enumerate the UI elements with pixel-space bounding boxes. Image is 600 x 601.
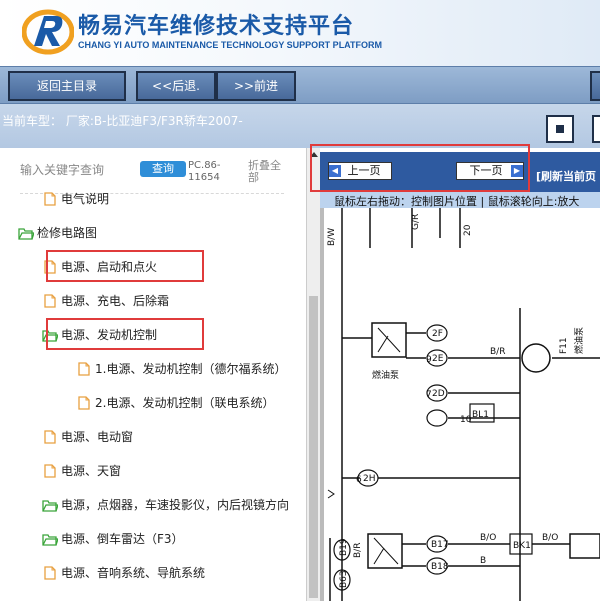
brand-title-en: CHANG YI AUTO MAINTENANCE TECHNOLOGY SUP… bbox=[78, 40, 383, 50]
forward-button[interactable]: >>前进 bbox=[216, 71, 296, 101]
left-tree-pane: 输入关键字查询 查询 PC.86-11654 折叠全部 电气说明检修电路图电源、… bbox=[0, 148, 306, 601]
diagram-label: B bbox=[480, 556, 486, 566]
diagram-label: 2D bbox=[432, 389, 445, 399]
collapse-all-link[interactable]: 折叠全部 bbox=[248, 160, 288, 184]
diagram-label: 20 bbox=[463, 224, 473, 236]
extra-nav-button[interactable] bbox=[590, 71, 600, 101]
tree-item-label: 1.电源、发动机控制（德尔福系统） bbox=[95, 362, 287, 376]
refresh-page-link[interactable]: [刷新当前页 bbox=[536, 168, 596, 184]
tree-item[interactable]: 电源、充电、后除霜 bbox=[42, 289, 169, 313]
toggle-panel-button[interactable] bbox=[546, 115, 574, 143]
diagram-label: F11 bbox=[559, 337, 569, 354]
folder-open-icon bbox=[42, 500, 58, 512]
brand-title-cn: 畅易汽车维修技术支持平台 bbox=[78, 14, 355, 39]
current-model-label: 当前车型： 厂家:B-比亚迪F3/F3R轿车2007- bbox=[2, 114, 243, 128]
diagram-label: G/R bbox=[411, 214, 421, 230]
back-button[interactable]: <<后退. bbox=[136, 71, 216, 101]
diagram-label: B63 bbox=[339, 570, 349, 588]
tree-item[interactable]: 电气说明 bbox=[42, 187, 109, 211]
diagram-viewer: ◀ 上一页 下一页 ▶ [刷新当前页 鼠标左右拖动：控制图片位置 | 鼠标滚轮向… bbox=[320, 148, 600, 601]
file-icon bbox=[44, 566, 56, 580]
tree-item[interactable]: 电源、音响系统、导航系统 bbox=[42, 561, 205, 585]
diagram-label: B18 bbox=[431, 562, 449, 572]
diagram-label: B17 bbox=[431, 540, 449, 550]
header-banner: 畅易汽车维修技术支持平台 CHANG YI AUTO MAINTENANCE T… bbox=[0, 0, 600, 66]
tree-item[interactable]: 电源、倒车雷达（F3） bbox=[42, 527, 184, 551]
tree-item-highlight bbox=[46, 318, 204, 350]
nav-toolbar: 返回主目录 <<后退. >>前进 bbox=[0, 66, 600, 104]
diagram-label: B/O bbox=[542, 533, 558, 543]
tree-item[interactable]: 2.电源、发动机控制（联电系统） bbox=[76, 391, 274, 415]
tree-item-highlight bbox=[46, 250, 204, 282]
query-button[interactable]: 查询 bbox=[140, 161, 186, 177]
tree-item-label: 电源、电动窗 bbox=[61, 430, 134, 444]
diagram-label: 2F bbox=[432, 329, 443, 339]
pc-code-label: PC.86-11654 bbox=[188, 160, 221, 183]
home-button[interactable]: 返回主目录 bbox=[8, 71, 126, 101]
diagram-label: 2E bbox=[432, 354, 444, 364]
folder-open-icon bbox=[18, 228, 34, 240]
tree-item-label: 电源、倒车雷达（F3） bbox=[61, 532, 184, 546]
search-input[interactable]: 输入关键字查询 bbox=[20, 161, 104, 178]
diagram-label: 燃油泵 bbox=[573, 327, 585, 354]
tree-scrollbar[interactable] bbox=[306, 148, 320, 601]
r-swoosh-logo-icon bbox=[22, 9, 74, 55]
wiring-diagram[interactable]: B/W G/R 20 2F 燃油泵 B/R F11 燃油泵 9 2E 7 2D … bbox=[320, 208, 600, 601]
diagram-label: B19 bbox=[339, 538, 349, 556]
diagram-label: B/O bbox=[480, 533, 496, 543]
extra-panel-button[interactable] bbox=[592, 115, 600, 143]
mouse-hint: 鼠标左右拖动：控制图片位置 | 鼠标滚轮向上:放大 bbox=[334, 195, 580, 208]
file-icon bbox=[44, 430, 56, 444]
model-bar: 当前车型： 厂家:B-比亚迪F3/F3R轿车2007- bbox=[0, 104, 600, 148]
file-icon bbox=[44, 192, 56, 206]
diagram-label: 2H bbox=[363, 474, 376, 484]
scroll-thumb[interactable] bbox=[309, 296, 318, 598]
tree-item-label: 2.电源、发动机控制（联电系统） bbox=[95, 396, 275, 410]
diagram-label: B/R bbox=[353, 543, 363, 558]
tree-item[interactable]: 电源，点烟器，车速投影仪，内后视镜方向 bbox=[42, 493, 289, 517]
folder-open-icon bbox=[42, 534, 58, 546]
tree-item-label: 电源、充电、后除霜 bbox=[61, 294, 170, 308]
tree-item-label: 电源、天窗 bbox=[61, 464, 122, 478]
diagram-label: BK1 bbox=[513, 541, 531, 551]
diagram-label: B/W bbox=[327, 228, 337, 246]
file-icon bbox=[78, 362, 90, 376]
tree-item-label: 电气说明 bbox=[61, 192, 110, 206]
file-icon bbox=[44, 294, 56, 308]
file-icon bbox=[78, 396, 90, 410]
tree-item[interactable]: 电源、天窗 bbox=[42, 459, 121, 483]
file-icon bbox=[44, 464, 56, 478]
diagram-label: 7 bbox=[426, 390, 432, 400]
diagram-label: 6 bbox=[356, 475, 362, 485]
tree-item[interactable]: 检修电路图 bbox=[18, 221, 97, 245]
diagram-label: 10 bbox=[460, 415, 472, 425]
tree-item-label: 电源，点烟器，车速投影仪，内后视镜方向 bbox=[61, 498, 290, 512]
tree-item[interactable]: 1.电源、发动机控制（德尔福系统） bbox=[76, 357, 286, 381]
hint-bar: 鼠标左右拖动：控制图片位置 | 鼠标滚轮向上:放大 bbox=[320, 192, 600, 208]
pager-highlight bbox=[310, 144, 530, 192]
diagram-label: 燃油泵 bbox=[372, 369, 399, 381]
tree-item-label: 电源、音响系统、导航系统 bbox=[61, 566, 206, 580]
diagram-label: B/R bbox=[490, 347, 505, 357]
tree-item[interactable]: 电源、电动窗 bbox=[42, 425, 133, 449]
diagram-label: BL1 bbox=[472, 410, 489, 420]
square-dot-icon bbox=[556, 125, 564, 133]
tree-item-label: 检修电路图 bbox=[37, 226, 98, 240]
